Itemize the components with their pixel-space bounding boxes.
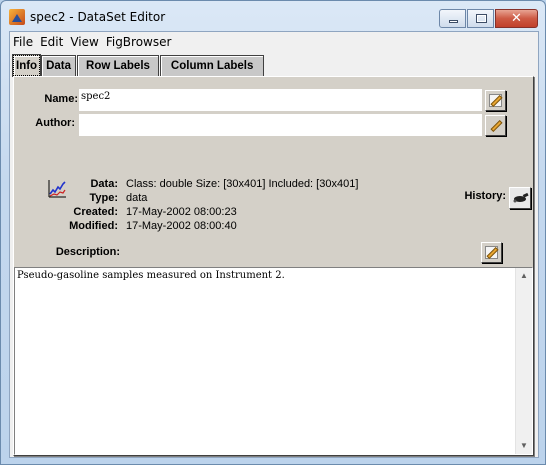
maximize-icon [476,14,487,23]
scroll-up-icon[interactable]: ▲ [516,268,532,284]
name-field[interactable]: spec2 [79,89,482,111]
info-data-value: Class: double Size: [30x401] Included: [… [126,178,359,190]
pencil-edit-icon [490,119,503,133]
tab-column-labels[interactable]: Column Labels [159,55,265,76]
info-created-key: Created: [73,206,118,218]
history-button[interactable] [509,187,531,209]
description-textarea[interactable]: Pseudo-gasoline samples measured on Inst… [14,267,533,455]
info-modified-key: Modified: [69,220,118,232]
info-modified-value: 17-May-2002 08:00:40 [126,220,237,232]
matlab-icon [9,9,25,25]
minimize-button[interactable] [439,9,466,28]
window-controls: ✕ [438,9,538,28]
info-created-value: 17-May-2002 08:00:23 [126,206,237,218]
name-label: Name: [44,93,78,105]
history-icon [513,192,529,203]
tab-strip: Info Data Row Labels Column Labels [11,54,265,77]
name-edit-button[interactable] [485,90,506,111]
title-bar[interactable]: spec2 - DataSet Editor ✕ [1,1,545,31]
client-area: File Edit View FigBrowser Info Data Row … [9,31,539,458]
menu-view[interactable]: View [67,35,102,49]
close-icon: ✕ [511,11,522,26]
description-edit-button[interactable] [481,242,502,263]
author-label: Author: [35,117,75,129]
menu-file[interactable]: File [10,35,37,49]
description-label: Description: [55,246,120,258]
maximize-button[interactable] [467,9,494,28]
description-text: Pseudo-gasoline samples measured on Inst… [17,270,285,281]
tab-data[interactable]: Data [41,55,77,76]
info-panel: Name: spec2 Author: Data: Class: double … [13,76,534,456]
menu-figbrowser[interactable]: FigBrowser [103,35,176,49]
author-field[interactable] [79,114,482,136]
author-edit-button[interactable] [485,115,506,136]
window-title: spec2 - DataSet Editor [30,10,166,24]
info-type-value: data [126,192,148,204]
scroll-down-icon[interactable]: ▼ [516,438,532,454]
minimize-icon [449,20,458,23]
menu-bar: File Edit View FigBrowser [10,32,538,52]
close-button[interactable]: ✕ [495,9,538,28]
info-type-key: Type: [89,192,118,204]
dataset-editor-window: spec2 - DataSet Editor ✕ File Edit View … [0,0,546,465]
history-label: History: [464,190,506,202]
tab-info[interactable]: Info [11,54,42,77]
menu-edit[interactable]: Edit [37,35,67,49]
info-data-key: Data: [90,178,118,190]
tab-row-labels[interactable]: Row Labels [77,55,159,76]
description-scrollbar[interactable]: ▲ ▼ [515,268,532,454]
